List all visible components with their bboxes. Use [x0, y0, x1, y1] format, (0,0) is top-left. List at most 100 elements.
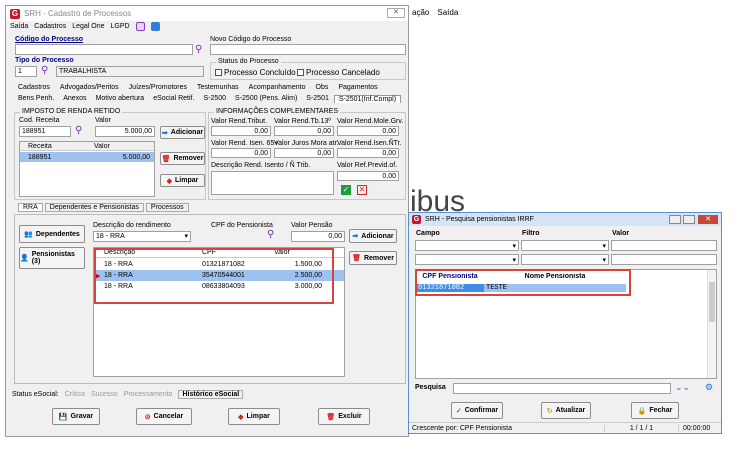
background-menu: ação Saída: [412, 8, 458, 17]
dropdown-arrow-icon: ▾: [602, 257, 606, 264]
tab[interactable]: Advogados/Peritos: [56, 84, 123, 91]
subtab-dependentes[interactable]: Dependentes e Pensionistas: [44, 203, 144, 212]
highlight-box: [415, 269, 631, 296]
info-input[interactable]: 0,00: [337, 126, 399, 136]
search-icon[interactable]: ⚲: [195, 44, 202, 55]
refresh-icon: ↻: [546, 407, 553, 415]
fechar-button[interactable]: 🔒 Fechar: [631, 402, 679, 419]
codigo-label: Código do Processo: [15, 36, 84, 43]
campo-select[interactable]: ▾: [415, 240, 519, 251]
filtro-select[interactable]: ▾: [521, 240, 609, 251]
info-input[interactable]: 0,00: [337, 148, 399, 158]
valor-label: Valor: [95, 117, 111, 124]
monitor-icon[interactable]: [135, 22, 145, 31]
novo-codigo-input[interactable]: [210, 44, 406, 55]
tab[interactable]: Bens Penh.: [14, 95, 58, 103]
tipo-code-input[interactable]: 1: [15, 66, 37, 77]
info-input[interactable]: 0,00: [211, 148, 271, 158]
tab[interactable]: S-2501: [302, 95, 333, 103]
menu-cadastros[interactable]: Cadastros: [34, 23, 66, 30]
confirm-check-icon[interactable]: ✓: [341, 185, 351, 195]
adicionar-button[interactable]: ➡ Adicionar: [160, 126, 205, 139]
tab[interactable]: S-2500: [199, 95, 230, 103]
search-icon[interactable]: ⚲: [41, 65, 48, 76]
pesquisa-input[interactable]: [453, 383, 671, 394]
excluir-button[interactable]: 🗑 Excluir: [318, 408, 370, 425]
close-button[interactable]: ✕: [387, 8, 405, 18]
campo-select-2[interactable]: ▾: [415, 254, 519, 265]
menu-lgpd[interactable]: LGPD: [111, 23, 130, 30]
cancelar-button[interactable]: ⊘ Cancelar: [136, 408, 192, 425]
pesquisa-label: Pesquisa: [415, 384, 446, 391]
tab[interactable]: eSocial Retif.: [149, 95, 198, 103]
tab[interactable]: S-2500 (Pens. Alim): [231, 95, 301, 103]
info-input[interactable]: 0,00: [211, 126, 271, 136]
menu-saida[interactable]: Saída: [10, 23, 28, 30]
status-group: Status do Processo Processo Concluído Pr…: [210, 58, 406, 80]
desc-rend-textarea[interactable]: [211, 171, 334, 195]
dropdown-arrow-icon: ▾: [512, 257, 516, 264]
settings-gear-icon[interactable]: ⚙: [705, 382, 713, 393]
valor-pensao-input[interactable]: 0,00: [291, 231, 345, 242]
close-button[interactable]: ✕: [698, 215, 718, 224]
cod-receita-input[interactable]: 188951: [19, 126, 71, 137]
historico-esocial-button[interactable]: Histórico eSocial: [178, 390, 244, 399]
desc-rendimento-select[interactable]: 18 - RRA ▾: [93, 231, 191, 242]
desc-rendimento-value: 18 - RRA: [96, 233, 125, 240]
info-input[interactable]: 0,00: [274, 126, 334, 136]
adicionar-pensao-button[interactable]: ➡ Adicionar: [349, 229, 397, 243]
gravar-button[interactable]: 💾 Gravar: [52, 408, 100, 425]
search-icon[interactable]: ⚲: [75, 125, 82, 136]
app-logo-icon: G: [412, 215, 421, 224]
tab[interactable]: Anexos: [59, 95, 90, 103]
info-group: INFORMAÇÕES COMPLEMENTARES Valor Rend.Tr…: [208, 108, 406, 200]
valor-input-2[interactable]: [611, 254, 717, 265]
help-icon[interactable]: [150, 22, 160, 31]
maximize-button[interactable]: [683, 215, 695, 224]
dependentes-button[interactable]: 👥 Dependentes: [19, 225, 85, 243]
subtab-rra[interactable]: RRA: [18, 203, 43, 212]
window-title: SRH - Cadastro de Processos: [24, 9, 132, 18]
receita-cell: 188951: [28, 153, 52, 161]
codigo-input[interactable]: [15, 44, 193, 55]
tab[interactable]: Acompanhamento: [245, 84, 310, 91]
info-label: Valor Rend.Tribut.: [211, 118, 268, 125]
valor-input[interactable]: 5.000,00: [95, 126, 155, 137]
subtab-processos[interactable]: Processos: [145, 203, 189, 212]
status-concluido[interactable]: Processo Concluído: [215, 68, 296, 77]
bg-menu-item[interactable]: Saída: [437, 8, 458, 17]
tab-active[interactable]: S-2501(Inf.Compl): [333, 95, 402, 103]
status-cancelado[interactable]: Processo Cancelado: [297, 68, 380, 77]
title-bar: G SRH - Pesquisa pensionistas IRRF ✕: [409, 213, 721, 226]
tab[interactable]: Testemunhas: [193, 84, 243, 91]
table-row[interactable]: 188951 5.000,00: [20, 152, 154, 162]
menu-legal-one[interactable]: Legal One: [72, 23, 104, 30]
filtro-select-2[interactable]: ▾: [521, 254, 609, 265]
ref-previd-input[interactable]: 0,00: [337, 171, 399, 181]
campo-label: Campo: [416, 230, 440, 237]
minimize-button[interactable]: [669, 215, 681, 224]
scrollbar[interactable]: [707, 270, 716, 378]
trash-icon: 🗑: [326, 413, 336, 421]
info-input[interactable]: 0,00: [274, 148, 334, 158]
limpar-button[interactable]: ◆ Limpar: [160, 174, 205, 187]
valor-input[interactable]: [611, 240, 717, 251]
tab[interactable]: Pagamentos: [334, 84, 381, 91]
atualizar-button[interactable]: ↻ Atualizar: [541, 402, 591, 419]
confirmar-button[interactable]: ✓ Confirmar: [451, 402, 503, 419]
cancel-x-icon[interactable]: ✕: [357, 185, 367, 195]
search-icon[interactable]: ⚲: [267, 229, 274, 240]
remover-button[interactable]: 🗑 Remover: [160, 152, 205, 165]
scroll-thumb[interactable]: [709, 282, 715, 322]
pensionistas-button[interactable]: 👤 Pensionistas (3): [19, 247, 85, 269]
limpar-form-button[interactable]: ◆ Limpar: [228, 408, 280, 425]
tab[interactable]: Obs: [312, 84, 333, 91]
sub-tabs: RRA Dependentes e Pensionistas Processos: [18, 203, 189, 212]
info-label: Valor Juros Mora atr.: [274, 140, 339, 147]
remover-pensao-button[interactable]: 🗑 Remover: [349, 251, 397, 265]
tab[interactable]: Cadastros: [14, 84, 54, 91]
tab[interactable]: Juízes/Promotores: [125, 84, 191, 91]
sort-down-icon[interactable]: ⌄⌄: [675, 382, 690, 393]
tab[interactable]: Motivo abertura: [92, 95, 149, 103]
bg-menu-item[interactable]: ação: [412, 8, 429, 17]
